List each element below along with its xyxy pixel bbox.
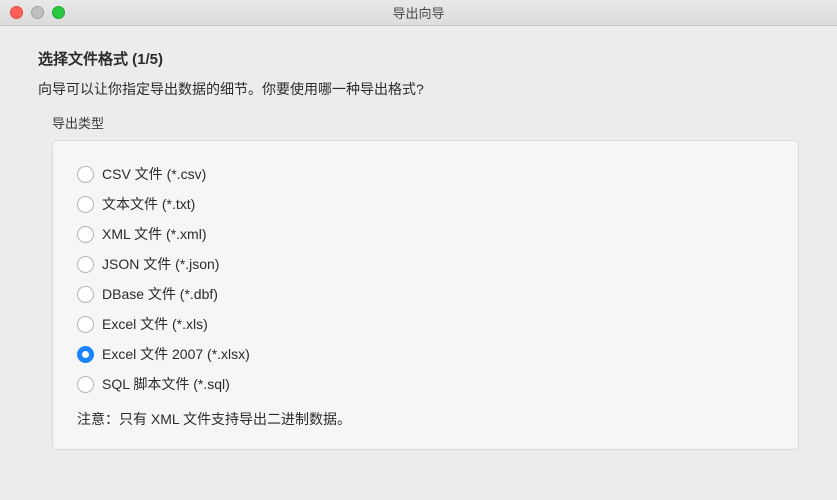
radio-option-xls[interactable]: Excel 文件 (*.xls): [77, 309, 774, 339]
window-title: 导出向导: [392, 3, 444, 22]
radio-label: CSV 文件 (*.csv): [102, 164, 206, 184]
export-note: 注意：只有 XML 文件支持导出二进制数据。: [77, 409, 774, 429]
export-type-group: CSV 文件 (*.csv) 文本文件 (*.txt) XML 文件 (*.xm…: [52, 140, 799, 450]
radio-option-json[interactable]: JSON 文件 (*.json): [77, 249, 774, 279]
radio-icon: [77, 196, 94, 213]
step-subtitle: 向导可以让你指定导出数据的细节。你要使用哪一种导出格式?: [38, 79, 799, 99]
radio-label: JSON 文件 (*.json): [102, 254, 219, 274]
radio-icon: [77, 316, 94, 333]
step-title: 选择文件格式 (1/5): [38, 48, 799, 69]
window-minimize-button[interactable]: [31, 6, 44, 19]
window-close-button[interactable]: [10, 6, 23, 19]
radio-icon: [77, 346, 94, 363]
radio-option-xlsx[interactable]: Excel 文件 2007 (*.xlsx): [77, 339, 774, 369]
radio-option-sql[interactable]: SQL 脚本文件 (*.sql): [77, 369, 774, 399]
radio-option-csv[interactable]: CSV 文件 (*.csv): [77, 159, 774, 189]
window-controls: [10, 6, 65, 19]
radio-label: DBase 文件 (*.dbf): [102, 284, 218, 304]
radio-icon: [77, 226, 94, 243]
radio-label: 文本文件 (*.txt): [102, 194, 195, 214]
radio-icon: [77, 286, 94, 303]
radio-icon: [77, 256, 94, 273]
radio-label: SQL 脚本文件 (*.sql): [102, 374, 230, 394]
radio-icon: [77, 166, 94, 183]
radio-option-txt[interactable]: 文本文件 (*.txt): [77, 189, 774, 219]
radio-icon: [77, 376, 94, 393]
radio-label: Excel 文件 2007 (*.xlsx): [102, 344, 250, 364]
radio-option-xml[interactable]: XML 文件 (*.xml): [77, 219, 774, 249]
wizard-content: 选择文件格式 (1/5) 向导可以让你指定导出数据的细节。你要使用哪一种导出格式…: [0, 26, 837, 450]
radio-label: XML 文件 (*.xml): [102, 224, 206, 244]
export-type-label: 导出类型: [52, 113, 799, 132]
radio-option-dbf[interactable]: DBase 文件 (*.dbf): [77, 279, 774, 309]
radio-label: Excel 文件 (*.xls): [102, 314, 208, 334]
window-titlebar: 导出向导: [0, 0, 837, 26]
window-zoom-button[interactable]: [52, 6, 65, 19]
